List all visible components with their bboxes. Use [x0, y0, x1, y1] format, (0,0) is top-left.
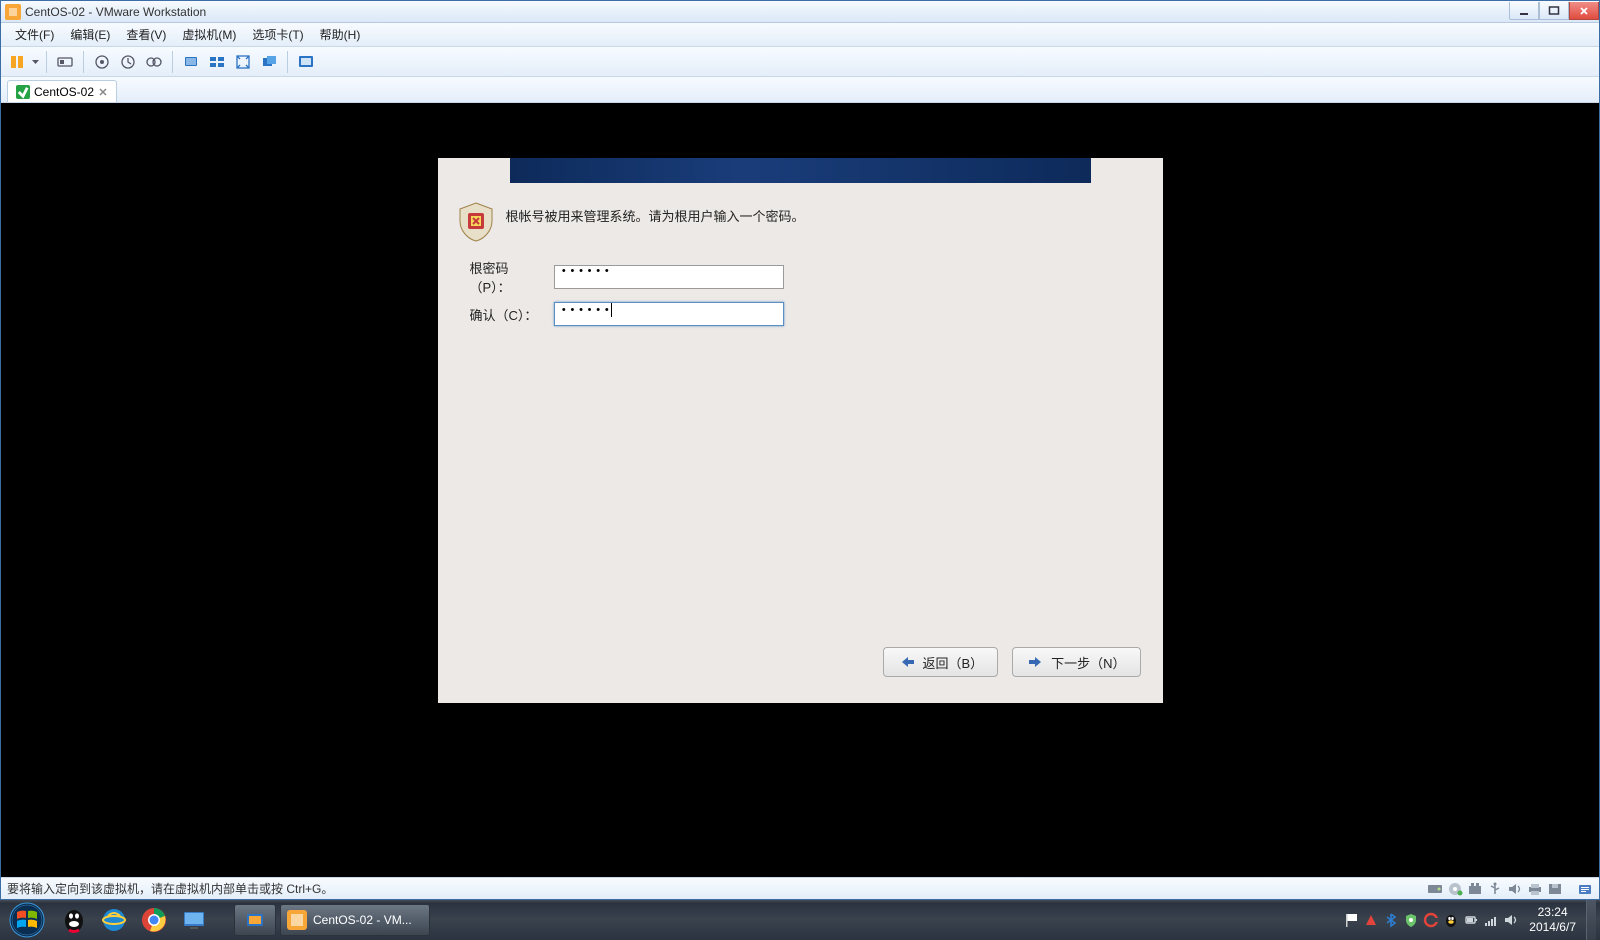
- toolbar-separator: [287, 51, 288, 73]
- fullscreen-icon[interactable]: [294, 50, 318, 74]
- confirm-password-value: ••••••: [561, 305, 613, 317]
- tray-qq-icon[interactable]: [1443, 912, 1459, 928]
- tray-flag-icon[interactable]: [1343, 912, 1359, 928]
- tabstrip: CentOS-02: [1, 77, 1599, 103]
- vmware-taskbar-icon: [245, 910, 265, 930]
- next-button-label: 下一步（N）: [1051, 653, 1125, 672]
- snapshot-icon[interactable]: [90, 50, 114, 74]
- printer-icon[interactable]: [1527, 882, 1543, 896]
- menu-edit[interactable]: 编辑(E): [62, 23, 118, 46]
- taskbar-app-vmware-label: CentOS-02 - VM...: [313, 913, 412, 927]
- root-password-input[interactable]: ••••••: [554, 265, 784, 289]
- arrow-left-icon: [898, 655, 916, 669]
- unity-icon[interactable]: [257, 50, 281, 74]
- hard-disk-icon[interactable]: [1427, 882, 1443, 896]
- tray-shield-icon[interactable]: [1403, 912, 1419, 928]
- vm-tab-label: CentOS-02: [34, 85, 94, 99]
- taskbar-clock[interactable]: 23:24 2014/6/7: [1523, 905, 1582, 935]
- menu-file[interactable]: 文件(F): [7, 23, 62, 46]
- vmware-window: CentOS-02 - VMware Workstation 文件(F) 编辑(…: [0, 0, 1600, 900]
- vmware-taskbar-icon: [287, 910, 307, 930]
- system-tray: 23:24 2014/6/7: [1339, 900, 1600, 940]
- menu-tabs[interactable]: 选项卡(T): [244, 23, 311, 46]
- window-controls: [1509, 3, 1599, 20]
- vm-device-icons: [1427, 882, 1593, 896]
- statusbar: 要将输入定向到该虚拟机，请在虚拟机内部单击或按 Ctrl+G。: [1, 877, 1599, 899]
- menu-view[interactable]: 查看(V): [118, 23, 174, 46]
- arrow-right-icon: [1027, 655, 1045, 669]
- vmware-app-icon: [5, 4, 21, 20]
- show-desktop-button[interactable]: [1586, 900, 1596, 940]
- maximize-button[interactable]: [1539, 2, 1569, 20]
- back-button-label: 返回（B）: [922, 653, 983, 672]
- taskbar-app-vmware[interactable]: CentOS-02 - VM...: [280, 904, 430, 936]
- manage-snapshots-icon[interactable]: [142, 50, 166, 74]
- floppy-icon[interactable]: [1547, 882, 1563, 896]
- pinned-desktop-icon[interactable]: [174, 900, 214, 940]
- cd-dvd-icon[interactable]: [1447, 882, 1463, 896]
- sound-card-icon[interactable]: [1507, 882, 1523, 896]
- installer-body: 根帐号被用来管理系统。请为根用户输入一个密码。 根密码（P）： •••••• 确…: [438, 183, 1163, 703]
- minimize-button[interactable]: [1509, 2, 1539, 20]
- power-dropdown-icon[interactable]: [31, 60, 40, 64]
- pinned-ie-icon[interactable]: [94, 900, 134, 940]
- clock-date: 2014/6/7: [1529, 920, 1576, 935]
- tray-red-c-icon[interactable]: [1423, 912, 1439, 928]
- tray-volume-icon[interactable]: [1503, 912, 1519, 928]
- tray-bluetooth-icon[interactable]: [1383, 912, 1399, 928]
- power-on-icon[interactable]: [5, 50, 29, 74]
- vm-tab-icon: [16, 85, 30, 99]
- toolbar-separator: [46, 51, 47, 73]
- titlebar[interactable]: CentOS-02 - VMware Workstation: [1, 1, 1599, 23]
- installer-header-bar: [510, 158, 1091, 183]
- confirm-password-input[interactable]: ••••••: [554, 302, 784, 326]
- toolbar-separator: [83, 51, 84, 73]
- tray-network-signal-icon[interactable]: [1483, 912, 1499, 928]
- revert-snapshot-icon[interactable]: [116, 50, 140, 74]
- toolbar-separator: [172, 51, 173, 73]
- text-cursor: [611, 303, 612, 317]
- confirm-password-label: 确认（C）：: [470, 305, 548, 324]
- close-button[interactable]: [1569, 2, 1599, 20]
- installer-description: 根帐号被用来管理系统。请为根用户输入一个密码。: [506, 201, 805, 228]
- tray-power-icon[interactable]: [1463, 912, 1479, 928]
- usb-controller-icon[interactable]: [1487, 882, 1503, 896]
- windows-taskbar: CentOS-02 - VM... 23:24 2014/6/7: [0, 900, 1600, 940]
- menubar: 文件(F) 编辑(E) 查看(V) 虚拟机(M) 选项卡(T) 帮助(H): [1, 23, 1599, 47]
- installer-footer: 返回（B） 下一步（N）: [456, 639, 1145, 693]
- vm-tab[interactable]: CentOS-02: [7, 80, 117, 102]
- pinned-qq-icon[interactable]: [54, 900, 94, 940]
- thumbnail-view-icon[interactable]: [205, 50, 229, 74]
- message-log-icon[interactable]: [1577, 882, 1593, 896]
- start-button[interactable]: [0, 900, 54, 940]
- menu-help[interactable]: 帮助(H): [312, 23, 369, 46]
- send-cad-icon[interactable]: [53, 50, 77, 74]
- centos-installer: 根帐号被用来管理系统。请为根用户输入一个密码。 根密码（P）： •••••• 确…: [438, 158, 1163, 703]
- taskbar-app-explorer[interactable]: [234, 904, 276, 936]
- tray-red-up-icon[interactable]: [1363, 912, 1379, 928]
- toolbar: [1, 47, 1599, 77]
- root-password-shield-icon: [456, 201, 496, 243]
- back-button[interactable]: 返回（B）: [883, 647, 998, 677]
- statusbar-hint: 要将输入定向到该虚拟机，请在虚拟机内部单击或按 Ctrl+G。: [7, 880, 333, 897]
- stretch-icon[interactable]: [231, 50, 255, 74]
- root-password-label: 根密码（P）：: [470, 258, 548, 296]
- show-console-icon[interactable]: [179, 50, 203, 74]
- menu-vm[interactable]: 虚拟机(M): [174, 23, 244, 46]
- root-password-value: ••••••: [561, 266, 613, 278]
- next-button[interactable]: 下一步（N）: [1012, 647, 1140, 677]
- window-title: CentOS-02 - VMware Workstation: [25, 5, 206, 19]
- clock-time: 23:24: [1529, 905, 1576, 920]
- pinned-chrome-icon[interactable]: [134, 900, 174, 940]
- network-adapter-icon[interactable]: [1467, 882, 1483, 896]
- tab-close-icon[interactable]: [98, 87, 108, 97]
- vm-display-area[interactable]: 根帐号被用来管理系统。请为根用户输入一个密码。 根密码（P）： •••••• 确…: [1, 103, 1599, 877]
